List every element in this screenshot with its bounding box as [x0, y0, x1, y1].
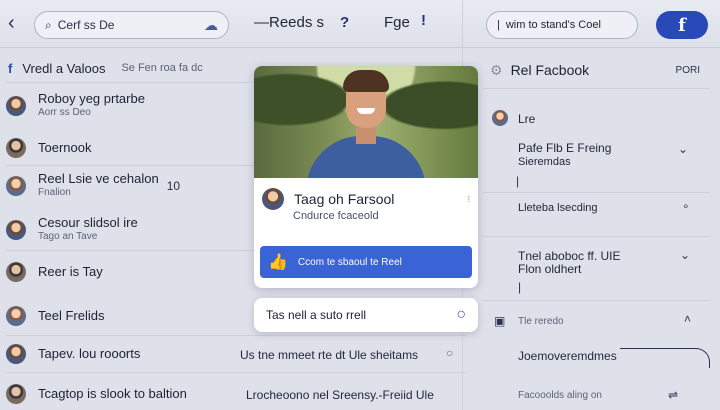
connect-reel-button[interactable]: 👍 Ccom te sbaoul te Reel — [260, 246, 472, 278]
divider — [6, 335, 466, 336]
divider — [6, 250, 256, 251]
right-search-input[interactable]: | wim to stand's Coel — [486, 11, 638, 39]
right-header-action[interactable]: PORI — [676, 65, 700, 76]
list-item[interactable]: Tcagtop is slook to baltion — [6, 378, 256, 410]
cursor-icon: | — [497, 19, 500, 31]
reel-search-input[interactable]: Tas nell a suto rrell ○ — [254, 298, 478, 332]
cursor-icon: | — [516, 174, 520, 188]
right-line: Joemoveremdmes — [518, 349, 617, 363]
avatar — [6, 306, 26, 326]
right-line: Pafe Flb E Freing — [518, 141, 612, 155]
right-header: ⚙ Rel Facbook PORI — [490, 60, 700, 80]
divider — [482, 300, 710, 301]
avatar — [6, 176, 26, 196]
list-item[interactable]: Roboy yeg prtarbe Aorr ss Deo — [6, 90, 256, 122]
list-item[interactable]: Reer is Tay — [6, 256, 256, 288]
list-item-sub: Aorr ss Deo — [38, 107, 91, 118]
search-text: Cerf ss De — [57, 18, 115, 32]
thumbs-up-icon: 👍 — [268, 254, 288, 271]
avatar — [6, 96, 26, 116]
list-item-sub: Tago an Tave — [38, 231, 98, 242]
avatar — [262, 188, 284, 210]
search-icon[interactable]: ○ — [456, 306, 466, 324]
info-icon[interactable]: ! — [421, 12, 426, 29]
list-item-title: Toernook — [38, 140, 92, 155]
list-item[interactable]: Reel Lsie ve cehalon Fnalion 10 — [6, 170, 256, 202]
list-item[interactable]: Tapev. lou rooorts — [6, 338, 256, 370]
right-header-title: Rel Facbook — [510, 62, 590, 78]
cloud-icon[interactable]: ☁ — [204, 17, 218, 34]
right-line: Flon oldhert — [518, 262, 582, 276]
divider — [482, 192, 710, 193]
search-input[interactable]: ⌕ Cerf ss De ☁ — [34, 11, 229, 39]
connect-reel-label: Ccom te sbaoul te Reel — [297, 256, 402, 268]
nav-page[interactable]: Fge — [384, 14, 410, 31]
left-header-title: Vredl a Valoos — [22, 60, 106, 76]
reel-search-text: Tas nell a suto rrell — [266, 308, 367, 322]
search-icon: ⌕ — [45, 17, 52, 32]
list-item-title: Tcagtop is slook to baltion — [38, 386, 187, 401]
circle-icon[interactable]: ∘ — [682, 199, 690, 213]
list-item-count: 10 — [166, 179, 181, 193]
right-line: Facooolds aling on — [518, 390, 602, 401]
divider — [6, 165, 256, 166]
divider — [6, 372, 466, 373]
nav-reels[interactable]: —Reeds s — [254, 14, 324, 31]
card-subtitle: Cndurce fcaceold — [293, 210, 379, 222]
right-search-text: wim to stand's Coel — [505, 19, 601, 31]
chevron-up-icon[interactable]: ˄ — [684, 312, 691, 326]
profile-photo — [254, 66, 478, 178]
facebook-icon: f — [8, 60, 13, 76]
list-item-title: Cesour slidsol ire — [38, 215, 138, 230]
left-header-sub: Se Fen roa fa dc — [121, 62, 203, 74]
right-line: Lleteba lsecding — [518, 202, 598, 214]
card-name: Taag oh Farsool — [294, 191, 395, 207]
center-row-text: Us tne mmeet rte dt Ule sheitams — [240, 348, 419, 362]
help-icon[interactable]: ? — [340, 14, 349, 31]
left-header: f Vredl a Valoos Se Fen roa fa dc — [8, 58, 253, 78]
divider — [482, 236, 710, 237]
list-item[interactable]: Cesour slidsol ire Tago an Tave — [6, 214, 256, 246]
copy-icon[interactable]: ▣ — [494, 314, 505, 328]
list-item-title: Tapev. lou rooorts — [38, 346, 141, 361]
arrow-icon[interactable]: ⌄ — [680, 248, 690, 262]
list-item-sub: Fnalion — [38, 187, 71, 198]
facebook-logo-button[interactable]: f — [656, 11, 708, 39]
avatar — [6, 220, 26, 240]
reel-card[interactable]: Taag oh Farsool ⁞ Cndurce fcaceold 👍 Cco… — [254, 66, 478, 288]
center-row-text: Lrocheoono nel Sreensy.-Freiid Ule — [246, 388, 434, 402]
list-item-title: Roboy yeg prtarbe — [38, 91, 145, 106]
avatar — [6, 344, 26, 364]
sort-icon[interactable]: ⇌ — [668, 388, 678, 402]
right-line: Tle reredo — [518, 316, 564, 327]
list-item[interactable]: Teel Frelids — [6, 300, 256, 332]
divider — [482, 88, 710, 89]
avatar — [6, 384, 26, 404]
right-line: Sieremdas — [518, 156, 571, 168]
avatar — [492, 110, 508, 126]
chevron-left-icon[interactable]: ‹ — [8, 12, 15, 35]
avatar — [6, 138, 26, 158]
divider-curve — [620, 348, 710, 368]
right-line: Lre — [518, 112, 536, 126]
circle-icon[interactable]: ○ — [446, 346, 453, 360]
list-item-title: Teel Frelids — [38, 308, 105, 323]
list-item-title: Reel Lsie ve cehalon — [38, 171, 159, 186]
more-icon[interactable]: ⁞ — [467, 194, 470, 204]
list-item-title: Reer is Tay — [38, 264, 103, 279]
list-item[interactable]: Toernook — [6, 132, 256, 164]
avatar — [6, 262, 26, 282]
cursor-icon: | — [518, 280, 522, 294]
card-title-row: Taag oh Farsool ⁞ — [262, 186, 470, 212]
top-bar: ‹ ⌕ Cerf ss De ☁ —Reeds s ? Fge ! | wim … — [0, 0, 720, 48]
arrow-icon[interactable]: ⌄ — [678, 142, 688, 156]
gear-icon[interactable]: ⚙ — [490, 62, 503, 79]
